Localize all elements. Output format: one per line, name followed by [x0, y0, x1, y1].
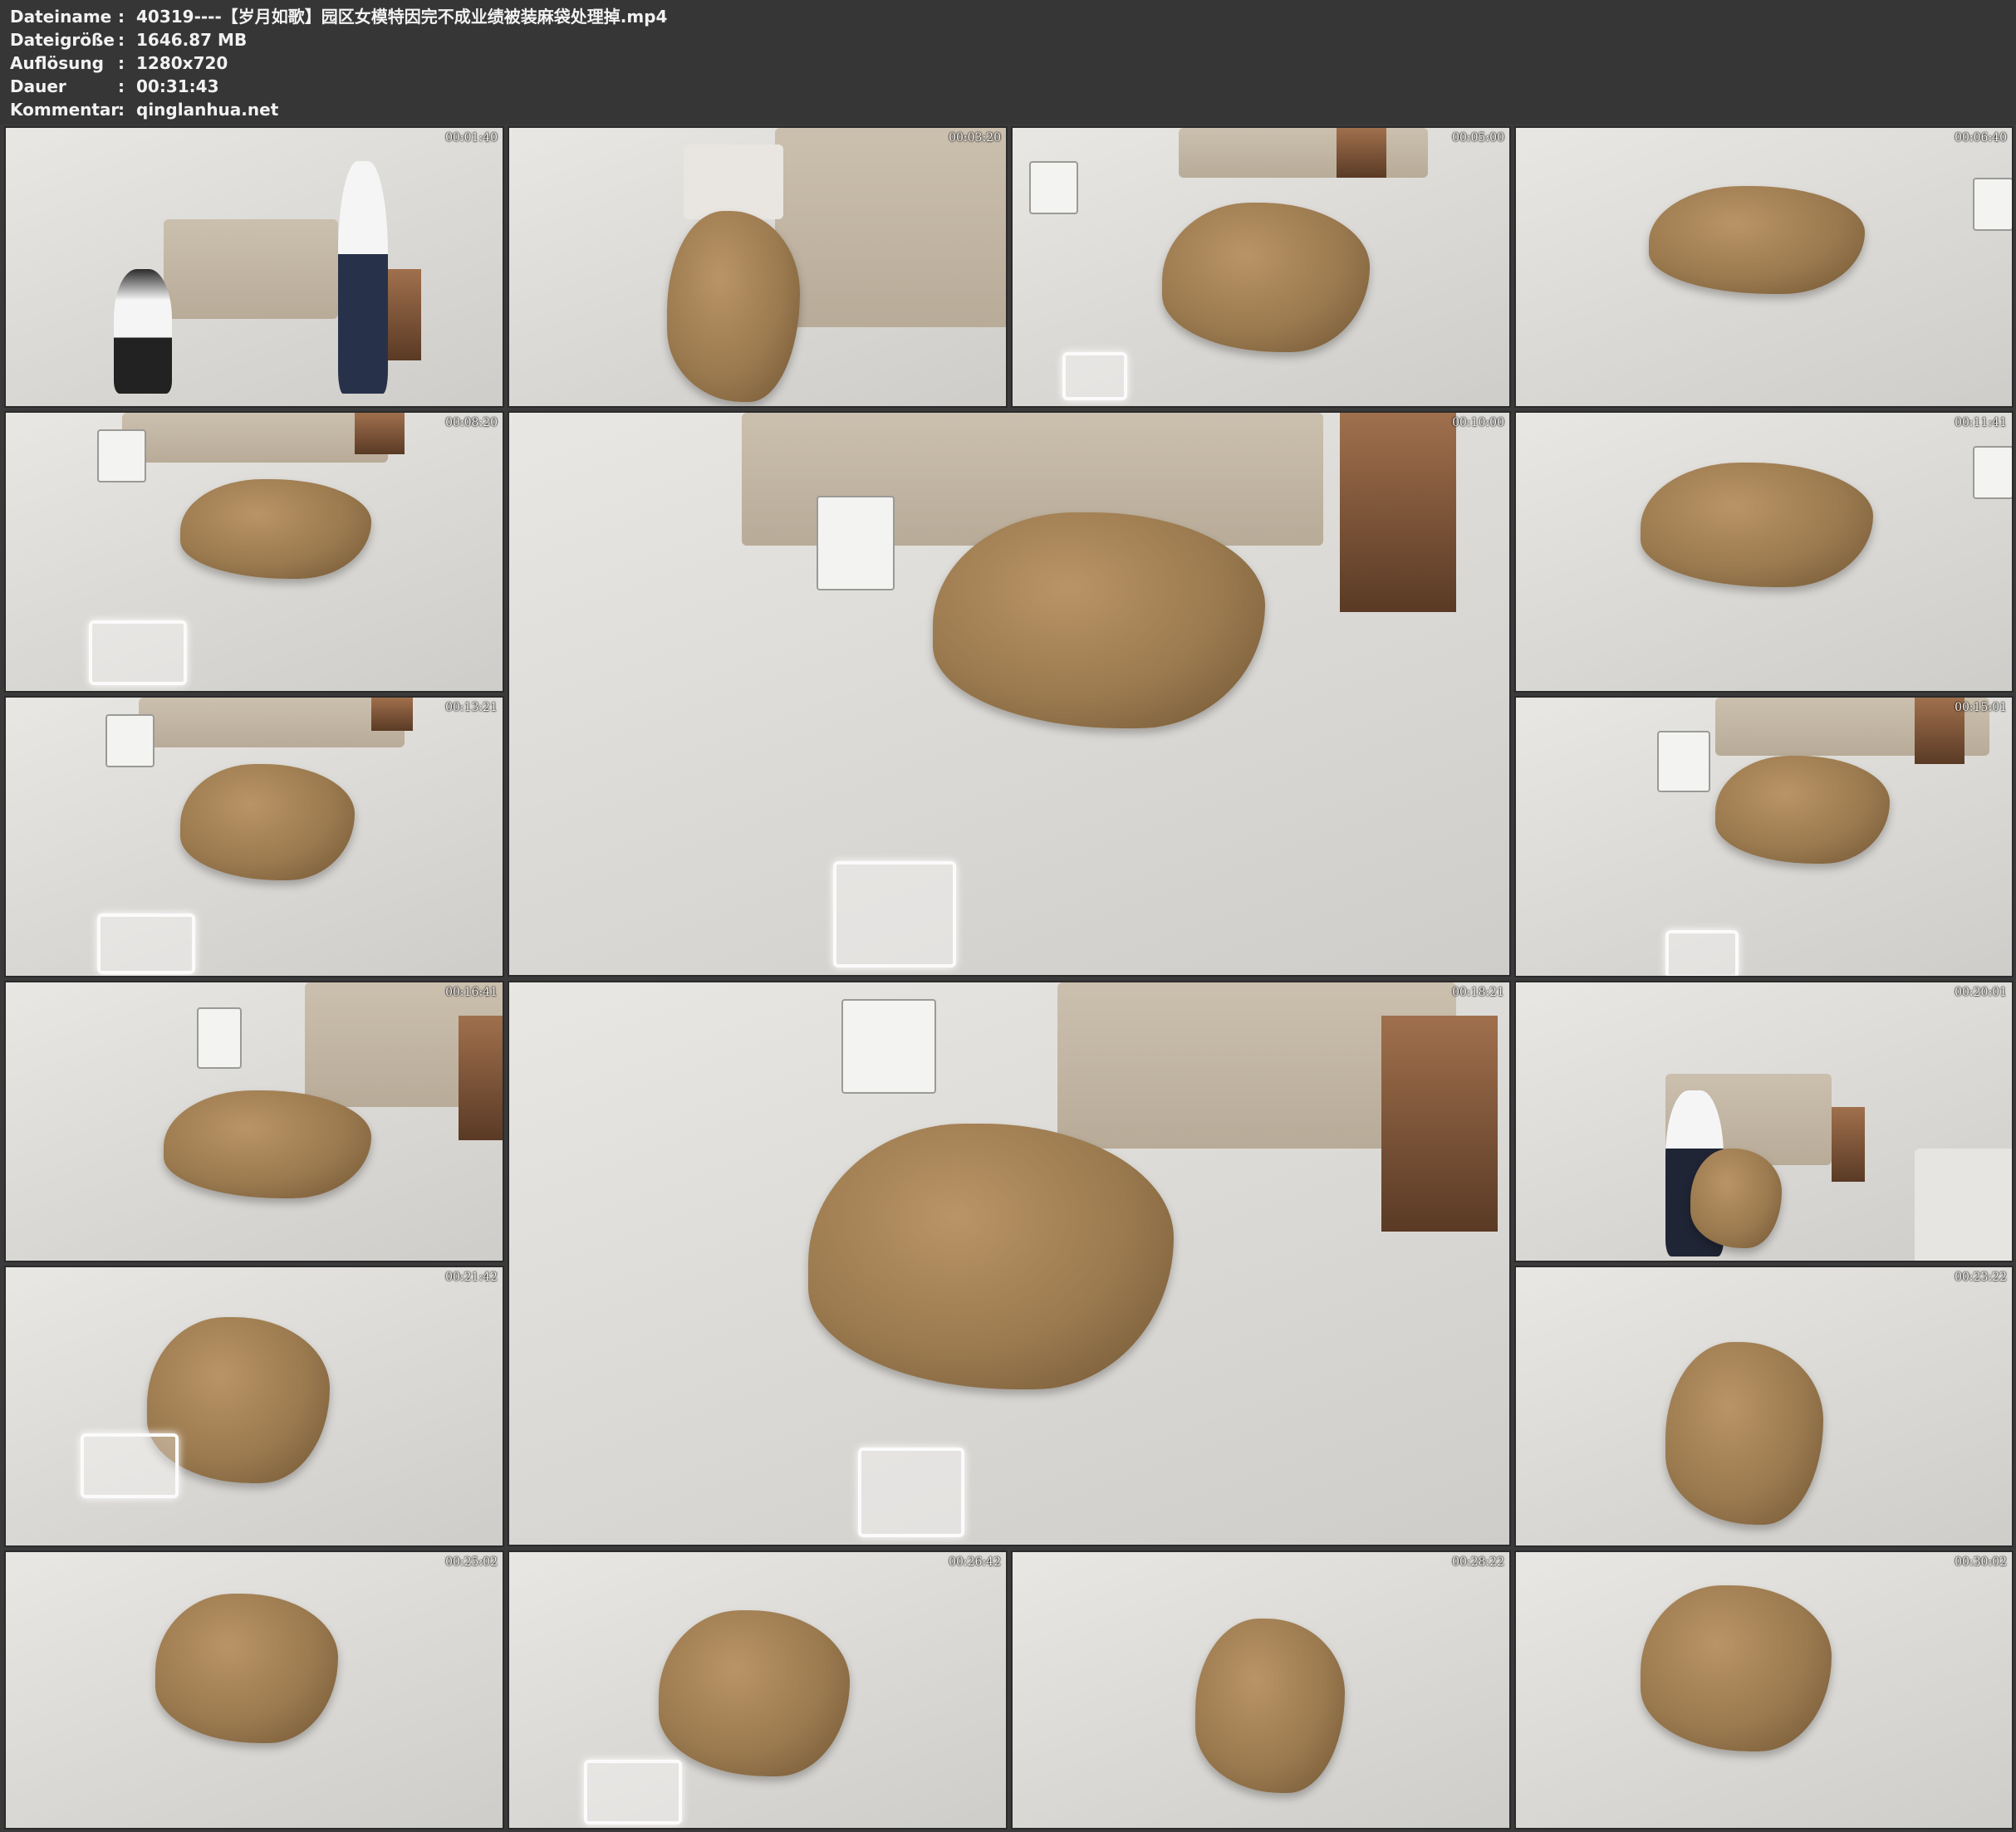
thumbnail-tile[interactable]: 00:21:42 — [4, 1266, 504, 1547]
info-row-duration: Dauer:00:31:43 — [10, 75, 219, 98]
thumbnail-timestamp: 00:21:42 — [445, 1271, 498, 1284]
thumbnail-tile[interactable]: 00:11:41 — [1514, 411, 2014, 693]
thumbnail-tile[interactable]: 00:18:21 — [508, 981, 1511, 1546]
thumbnail-timestamp: 00:01:40 — [445, 131, 498, 145]
thumbnail-timestamp: 00:30:02 — [1955, 1555, 2007, 1569]
info-value: 1646.87 MB — [136, 30, 248, 50]
info-key: Dateiname — [10, 7, 112, 27]
thumbnail-tile[interactable]: 00:06:40 — [1514, 126, 2014, 408]
thumbnail-tile[interactable]: 00:01:40 — [4, 126, 504, 408]
info-key: Kommentar — [10, 100, 120, 120]
thumbnail-tile[interactable]: 00:15:01 — [1514, 696, 2014, 977]
info-row-resolution: Auflösung:1280x720 — [10, 51, 228, 75]
info-key: Auflösung — [10, 53, 104, 73]
thumbnail-tile[interactable]: 00:10:00 — [508, 411, 1511, 977]
file-info-header: Dateiname:40319----【岁月如歌】园区女模特因完不成业绩被装麻袋… — [0, 0, 2016, 125]
thumbnail-timestamp: 00:18:21 — [1452, 986, 1504, 999]
info-value: 00:31:43 — [136, 76, 219, 96]
thumbnail-timestamp: 00:20:01 — [1955, 986, 2007, 999]
info-value: qinglanhua.net — [136, 100, 279, 120]
thumbnail-tile[interactable]: 00:20:01 — [1514, 981, 2014, 1262]
thumbnail-tile[interactable]: 00:25:02 — [4, 1550, 504, 1830]
info-key: Dateigröße — [10, 30, 115, 50]
thumbnail-timestamp: 00:05:00 — [1452, 131, 1504, 145]
thumbnail-timestamp: 00:03:20 — [949, 131, 1001, 145]
info-row-comment: Kommentar: qinglanhua.net — [10, 98, 278, 121]
info-row-filename: Dateiname:40319----【岁月如歌】园区女模特因完不成业绩被装麻袋… — [10, 5, 667, 28]
thumbnail-timestamp: 00:13:21 — [445, 701, 498, 714]
thumbnail-timestamp: 00:11:41 — [1955, 416, 2007, 429]
thumbnail-tile[interactable]: 00:05:00 — [1011, 126, 1511, 408]
info-separator: : — [118, 76, 125, 96]
thumbnail-tile[interactable]: 00:13:21 — [4, 696, 504, 977]
thumbnail-timestamp: 00:08:20 — [445, 416, 498, 429]
info-separator: : — [118, 53, 125, 73]
thumbnail-timestamp: 00:10:00 — [1452, 416, 1504, 429]
thumbnail-timestamp: 00:23:22 — [1955, 1271, 2007, 1284]
thumbnail-tile[interactable]: 00:23:22 — [1514, 1266, 2014, 1547]
thumbnail-timestamp: 00:16:41 — [445, 986, 498, 999]
thumbnail-tile[interactable]: 00:30:02 — [1514, 1550, 2014, 1830]
info-value: 1280x720 — [136, 53, 228, 73]
thumbnail-timestamp: 00:06:40 — [1955, 131, 2007, 145]
thumbnail-tile[interactable]: 00:26:42 — [508, 1550, 1008, 1830]
thumbnail-timestamp: 00:25:02 — [445, 1555, 498, 1569]
thumbnail-timestamp: 00:28:22 — [1452, 1555, 1504, 1569]
info-value: 40319----【岁月如歌】园区女模特因完不成业绩被装麻袋处理掉.mp4 — [136, 7, 668, 27]
info-separator: : — [118, 7, 125, 27]
info-row-filesize: Dateigröße:1646.87 MB — [10, 28, 247, 51]
thumbnail-timestamp: 00:26:42 — [949, 1555, 1001, 1569]
thumbnail-tile[interactable]: 00:16:41 — [4, 981, 504, 1262]
thumbnail-tile[interactable]: 00:08:20 — [4, 411, 504, 693]
thumbnail-tile[interactable]: 00:03:20 — [508, 126, 1008, 408]
info-separator: : — [118, 30, 125, 50]
info-separator: : — [118, 100, 125, 120]
thumbnail-timestamp: 00:15:01 — [1955, 701, 2007, 714]
info-key: Dauer — [10, 76, 66, 96]
thumbnail-tile[interactable]: 00:28:22 — [1011, 1550, 1511, 1830]
